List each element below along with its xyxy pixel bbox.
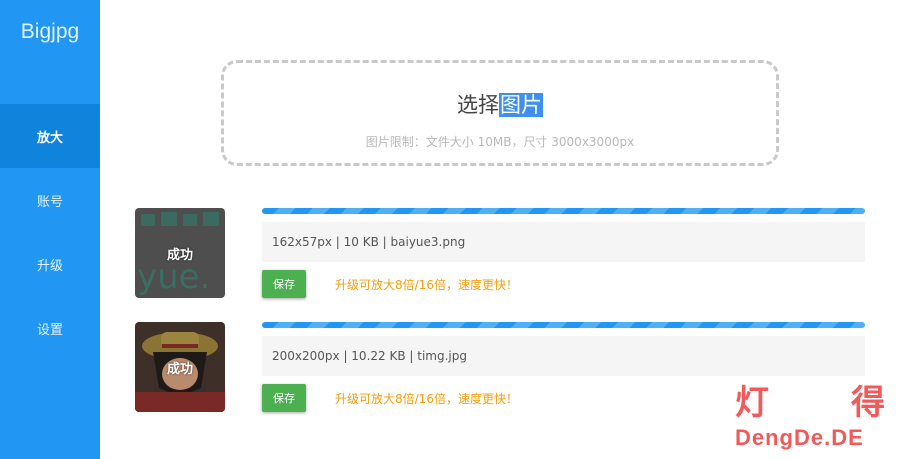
file-info: 200x200px | 10.22 KB | timg.jpg [262,336,865,376]
progress-bar [262,322,865,328]
sidebar-item-label: 放大 [36,130,63,146]
upgrade-link[interactable]: 升级可放大8倍/16倍，速度更快！ [335,276,518,293]
sidebar-item-upgrade[interactable]: 升级 [0,232,100,296]
save-button[interactable]: 保存 [262,270,306,298]
upgrade-link[interactable]: 升级可放大8倍/16倍，速度更快！ [335,390,518,407]
upload-title-highlight: 图片 [499,93,543,117]
progress-bar [262,208,865,214]
upload-limit-hint: 图片限制：文件大小 10MB，尺寸 3000x3000px [365,135,635,149]
status-label: 成功 [166,247,193,263]
upload-title: 选择图片 [224,89,776,119]
upload-title-prefix: 选择 [457,93,499,117]
status-label: 成功 [166,361,193,377]
sidebar-item-label: 设置 [36,322,63,338]
sidebar-item-settings[interactable]: 设置 [0,296,100,360]
upload-dropzone[interactable]: 选择图片 图片限制：文件大小 10MB，尺寸 3000x3000px [221,60,779,166]
thumbnail[interactable]: 成功 [135,322,225,412]
watermark-domain: DengDe.DE [735,425,864,450]
app-logo[interactable]: Bigjpg [0,20,100,44]
save-button[interactable]: 保存 [262,384,306,412]
sidebar-item-account[interactable]: 账号 [0,168,100,232]
sidebar-item-label: 账号 [36,194,63,210]
result-item: 成功 200x200px | 10.22 KB | timg.jpg 保存 升级… [135,322,865,414]
sidebar: Bigjpg 放大 账号 升级 设置 [0,0,100,459]
result-item: yue. 成功 162x57px | 10 KB | baiyue3.png 保… [135,208,865,300]
thumbnail[interactable]: yue. 成功 [135,208,225,298]
sidebar-item-label: 升级 [36,258,63,274]
sidebar-item-enlarge[interactable]: 放大 [0,104,100,168]
file-info: 162x57px | 10 KB | baiyue3.png [262,222,865,262]
